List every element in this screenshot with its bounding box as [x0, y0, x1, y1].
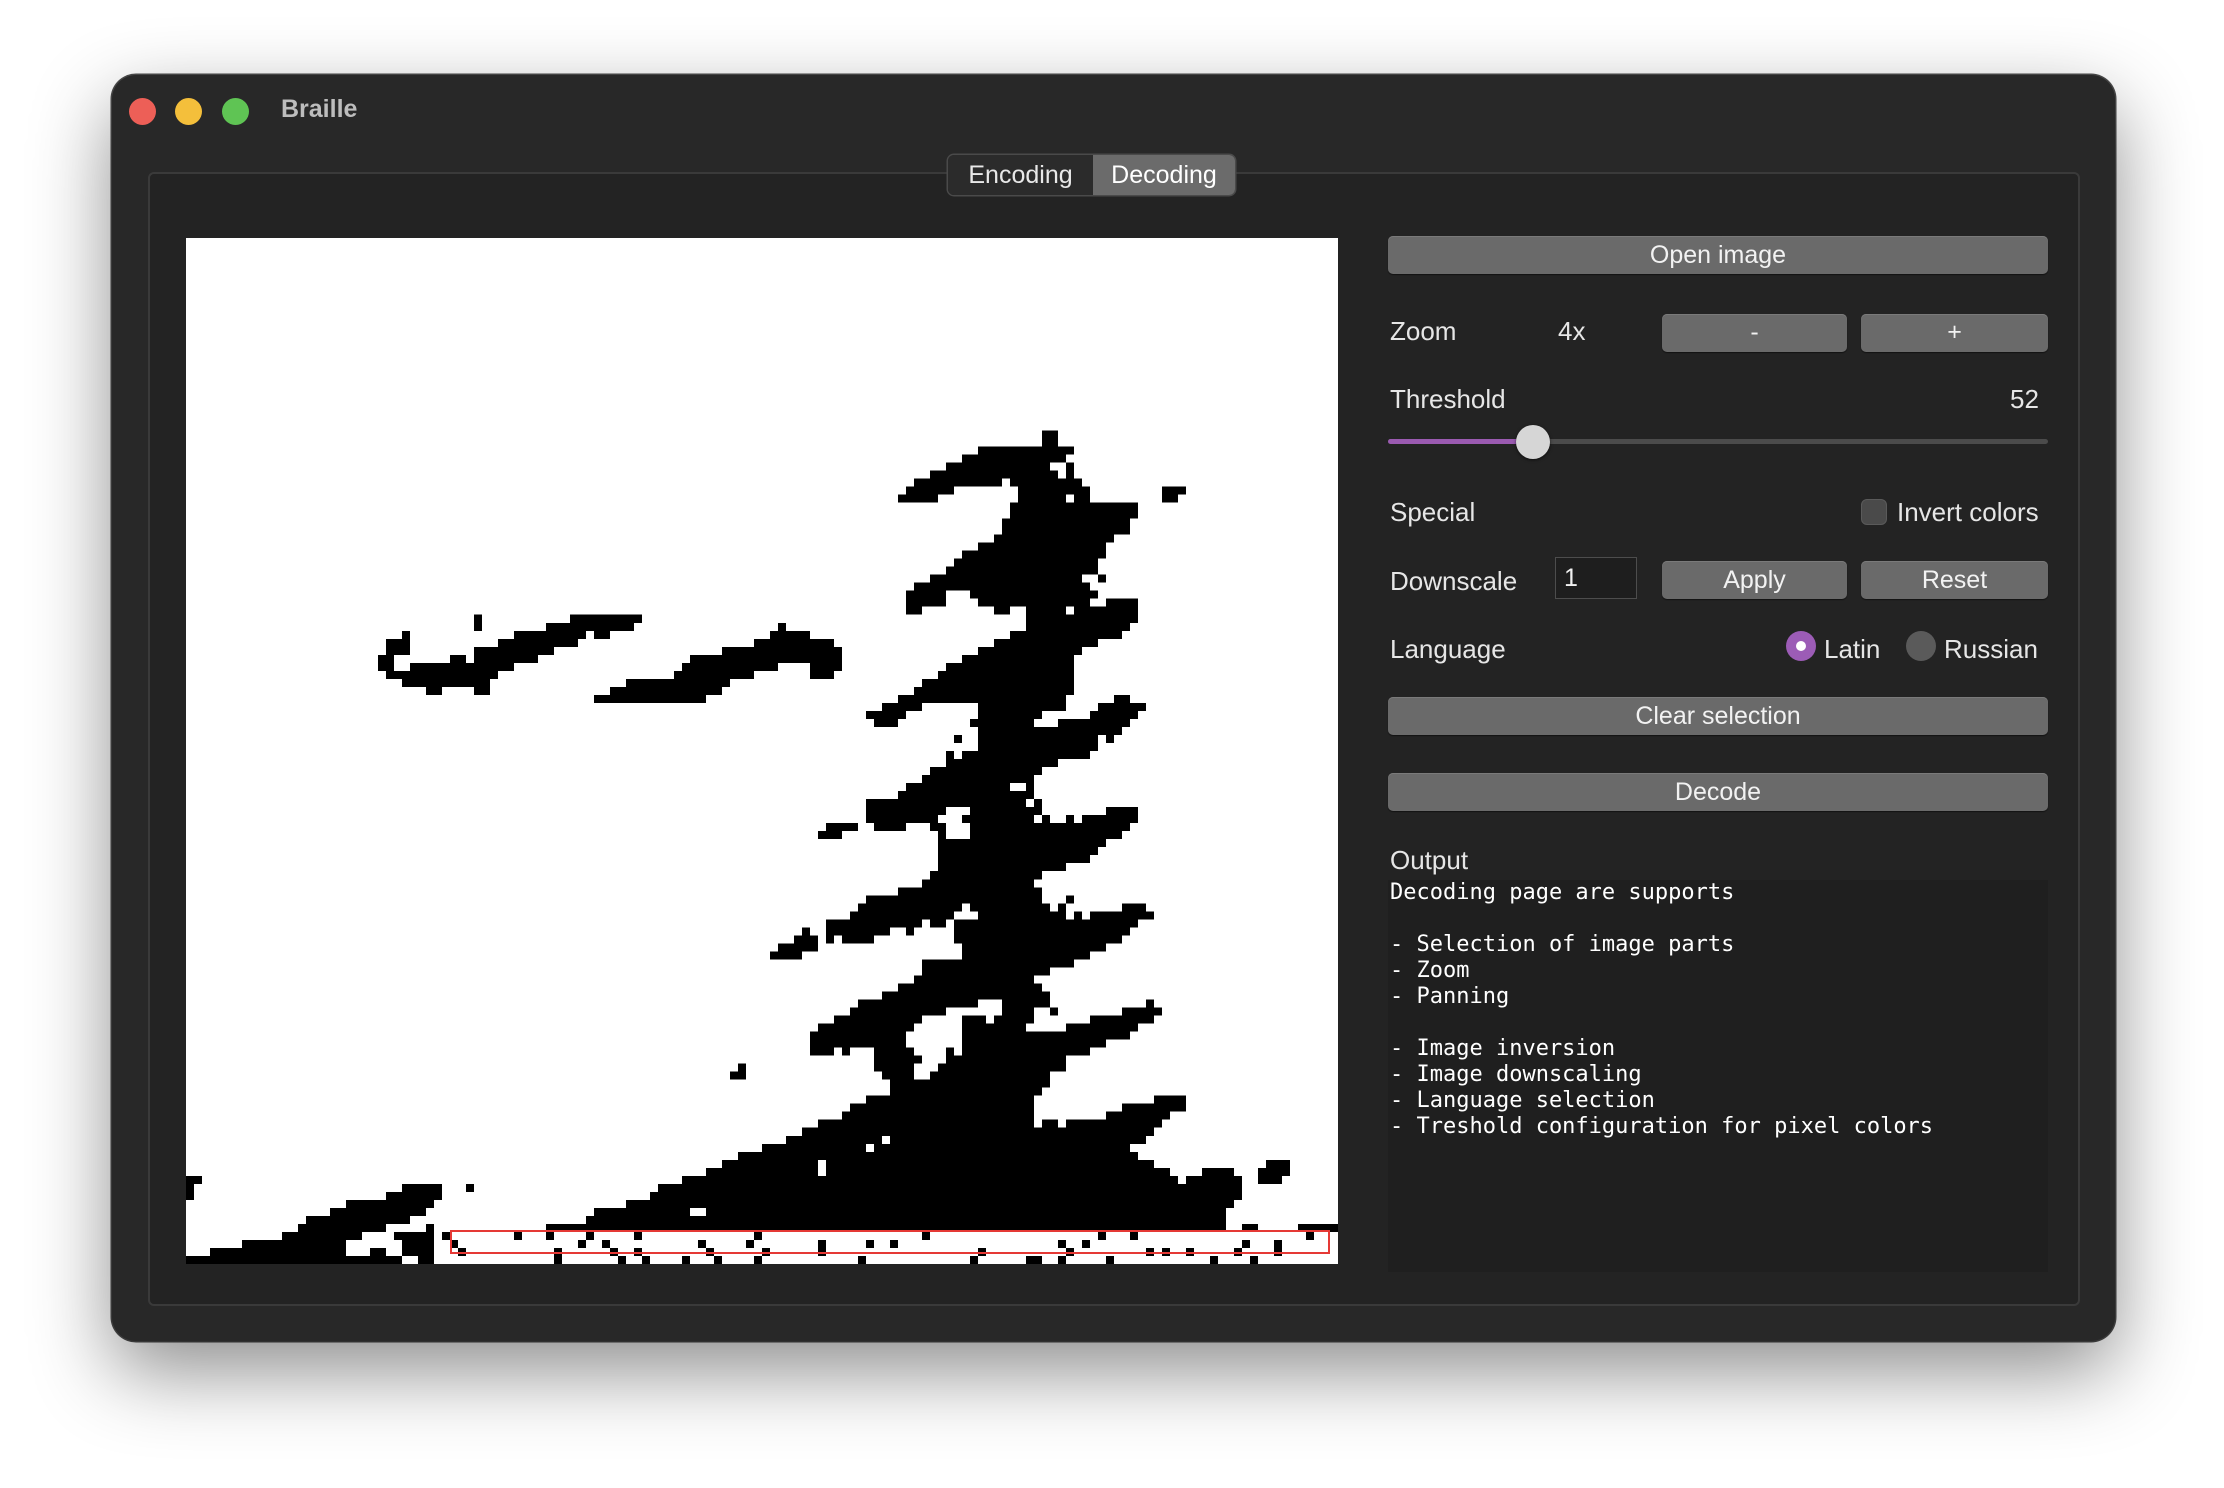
binarized-image[interactable] — [186, 238, 1338, 1264]
zoom-in-button[interactable]: + — [1861, 314, 2048, 352]
special-label: Special — [1390, 497, 1476, 527]
zoom-value: 4x — [1558, 316, 1586, 346]
zoom-window-button[interactable] — [222, 98, 249, 125]
threshold-value: 52 — [2010, 384, 2039, 414]
output-line: - Treshold configuration for pixel color… — [1390, 1114, 1934, 1139]
title-bar: Braille — [112, 75, 2115, 139]
output-label: Output — [1390, 845, 1469, 875]
invert-colors-checkbox[interactable] — [1861, 499, 1887, 525]
russian-radio-label[interactable]: Russian — [1944, 634, 2038, 665]
output-line: - Panning — [1390, 984, 1510, 1009]
image-viewport[interactable] — [186, 238, 1338, 1264]
clear-selection-button[interactable]: Clear selection — [1388, 697, 2048, 735]
window-title: Braille — [281, 95, 358, 123]
language-label: Language — [1390, 634, 1506, 664]
latin-radio-label[interactable]: Latin — [1824, 634, 1880, 665]
tab-encoding[interactable]: Encoding — [948, 155, 1093, 195]
downscale-input[interactable]: 1 — [1555, 557, 1637, 599]
threshold-label: Threshold — [1390, 384, 1506, 414]
app-window: Braille Encoding Decoding Open image Zoo… — [112, 75, 2115, 1341]
slider-thumb[interactable] — [1516, 425, 1551, 459]
decode-button[interactable]: Decode — [1388, 773, 2048, 811]
invert-colors-label[interactable]: Invert colors — [1897, 497, 2039, 528]
russian-radio[interactable] — [1906, 631, 1936, 661]
output-line: - Zoom — [1390, 958, 1470, 983]
output-text-area[interactable]: Decoding page are supports - Selection of… — [1388, 880, 2048, 1272]
reset-button[interactable]: Reset — [1861, 561, 2048, 599]
latin-radio[interactable] — [1786, 631, 1816, 661]
minimize-window-button[interactable] — [175, 98, 202, 125]
output-line: - Selection of image parts — [1390, 932, 1735, 957]
slider-fill — [1388, 439, 1534, 444]
tab-decoding[interactable]: Decoding — [1093, 155, 1235, 195]
output-line: Decoding page are supports — [1390, 880, 1735, 905]
open-image-button[interactable]: Open image — [1388, 236, 2048, 274]
close-window-button[interactable] — [129, 98, 156, 125]
output-line: - Image inversion — [1390, 1036, 1616, 1061]
output-line: - Language selection — [1390, 1088, 1655, 1113]
downscale-label: Downscale — [1390, 566, 1518, 596]
apply-button[interactable]: Apply — [1662, 561, 1847, 599]
tab-bar: Encoding Decoding — [948, 155, 1235, 195]
zoom-out-button[interactable]: - — [1662, 314, 1847, 352]
selection-rectangle[interactable] — [450, 1230, 1330, 1254]
zoom-label: Zoom — [1390, 316, 1457, 346]
output-line: - Image downscaling — [1390, 1062, 1642, 1087]
